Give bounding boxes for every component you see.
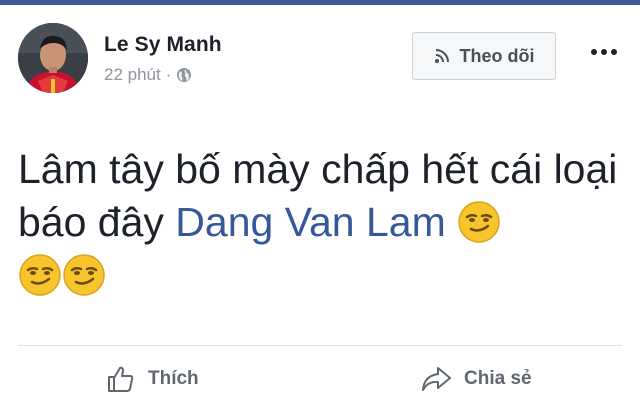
rss-icon	[434, 48, 450, 64]
share-button[interactable]: Chia sẻ	[420, 357, 532, 401]
thumbs-up-icon	[106, 364, 136, 394]
share-arrow-icon	[420, 364, 452, 394]
globe-icon[interactable]	[176, 67, 192, 83]
smirk-emoji	[457, 200, 501, 244]
post-time[interactable]: 22 phút	[104, 65, 161, 85]
dot	[611, 49, 617, 55]
author-name[interactable]: Le Sy Manh	[104, 33, 222, 57]
facebook-post: Le Sy Manh 22 phút · Theo dõi Lâm tây bố…	[0, 5, 640, 404]
smirk-emoji	[62, 253, 106, 297]
follow-button[interactable]: Theo dõi	[412, 32, 556, 80]
dot	[601, 49, 607, 55]
avatar[interactable]	[18, 23, 88, 93]
action-divider	[18, 345, 622, 346]
mention-link[interactable]: Dang Van Lam	[175, 199, 445, 245]
post-meta: 22 phút ·	[104, 65, 192, 85]
like-button[interactable]: Thích	[106, 357, 199, 401]
like-label: Thích	[148, 368, 199, 389]
follow-label: Theo dõi	[459, 45, 535, 66]
dot	[591, 49, 597, 55]
share-label: Chia sẻ	[464, 368, 532, 389]
avatar-image	[18, 23, 88, 93]
more-dots-icon[interactable]	[584, 40, 624, 64]
post-text: Lâm tây bố mày chấp hết cái loại báo đây…	[18, 143, 618, 302]
smirk-emoji	[18, 253, 62, 297]
meta-separator: ·	[165, 65, 172, 84]
